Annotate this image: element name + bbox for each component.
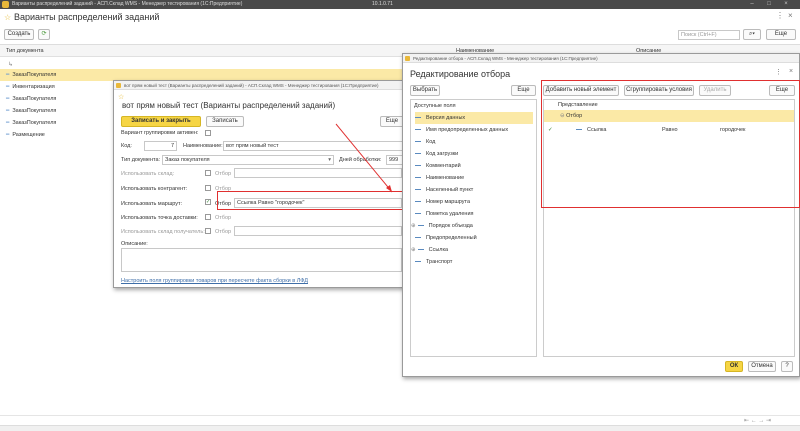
- refresh-button[interactable]: ⟳: [38, 29, 50, 40]
- name-label: Наименование:: [183, 143, 223, 149]
- filter-dialog-title: Редактирование отбора: [410, 69, 511, 79]
- use-route-checkbox[interactable]: ✓: [205, 199, 211, 205]
- form-window-title: вот прям новый тест (Варианты распределе…: [114, 81, 404, 90]
- table-row[interactable]: ━ ЗаказПокупателя: [0, 93, 120, 105]
- conditions-highlight: [541, 80, 800, 208]
- recipient-filter-field[interactable]: [234, 226, 402, 236]
- column-header[interactable]: Тип документа: [6, 48, 44, 54]
- search-icon: ⌕▾: [749, 31, 755, 37]
- table-row[interactable]: ━ ЗаказПокупателя: [0, 117, 120, 129]
- ok-button[interactable]: ОК: [725, 361, 743, 372]
- description-label: Описание:: [121, 241, 148, 247]
- app-logo-icon: [405, 56, 410, 61]
- available-fields-panel: Доступные поля Версия данных Имя предопр…: [410, 99, 537, 357]
- expand-icon: ⊕: [411, 247, 416, 253]
- filter-label: Отбор: [215, 171, 232, 177]
- minimize-icon[interactable]: –: [748, 1, 756, 8]
- search-button[interactable]: ⌕▾: [743, 29, 761, 40]
- main-header: ☆ Варианты распределений заданий ⋮ ×: [0, 9, 800, 28]
- group-fields-link[interactable]: Настроить поля группировки товаров при п…: [121, 278, 308, 284]
- field-item[interactable]: Пометка удаления: [415, 208, 474, 220]
- expand-icon: ⊕: [411, 223, 416, 229]
- star-icon[interactable]: ☆: [4, 13, 11, 22]
- table-row[interactable]: ━ Инвентаризация: [0, 81, 120, 93]
- more-menu-icon[interactable]: ⋮: [776, 11, 784, 20]
- use-warehouse-checkbox[interactable]: [205, 170, 211, 176]
- field-item[interactable]: Имя предопределенных данных: [415, 124, 508, 136]
- doctype-select[interactable]: Заказ покупателя ▾: [162, 155, 334, 165]
- code-field[interactable]: 7: [144, 141, 177, 151]
- use-contractor-checkbox[interactable]: [205, 185, 211, 191]
- use-delivery-label: Использовать точка доставки:: [121, 215, 198, 221]
- hierarchy-icon: ↳: [8, 62, 14, 68]
- annotation-arrow-icon: [335, 123, 393, 193]
- refresh-icon: ⟳: [41, 31, 47, 37]
- field-item-expandable[interactable]: ⊕ Ссылка: [411, 244, 448, 256]
- cancel-button[interactable]: Отмена: [748, 361, 776, 372]
- close-form-icon[interactable]: ×: [788, 11, 793, 20]
- statusbar: [0, 425, 800, 431]
- choose-button[interactable]: Выбрать: [410, 85, 440, 96]
- field-item[interactable]: Предопределенный: [415, 232, 477, 244]
- star-icon[interactable]: ☆: [118, 93, 124, 101]
- more-button[interactable]: Еще: [766, 29, 796, 40]
- filter-dialog-window-title: Редактирование отбора - АСП.Склад WMS - …: [403, 54, 799, 63]
- field-item-expandable[interactable]: ⊕ Порядок объезда: [411, 220, 473, 232]
- table-row[interactable]: ━ ЗаказПокупателя: [0, 105, 120, 117]
- description-textarea[interactable]: [121, 248, 402, 272]
- app-window-title: Варианты распределений заданий - АСП.Скл…: [12, 1, 243, 7]
- use-delivery-checkbox[interactable]: [205, 214, 211, 220]
- use-warehouse-label: Использовать склад:: [121, 171, 175, 177]
- horizontal-scrollbar[interactable]: ⇤ ← → ⇥: [0, 415, 800, 425]
- filter-label: Отбор: [215, 215, 232, 221]
- field-item[interactable]: Номер маршрута: [415, 196, 470, 208]
- field-item[interactable]: Версия данных: [415, 112, 533, 124]
- field-item[interactable]: Населенный пункт: [415, 184, 473, 196]
- close-icon[interactable]: ×: [782, 1, 790, 8]
- group-active-label: Вариант группировки активен:: [121, 130, 199, 136]
- field-item[interactable]: Комментарий: [415, 160, 461, 172]
- doctype-label: Тип документа:: [121, 157, 161, 163]
- group-active-checkbox[interactable]: [205, 130, 211, 136]
- filter-label: Отбор: [215, 229, 232, 235]
- code-label: Код:: [121, 143, 132, 149]
- search-input[interactable]: Поиск (Ctrl+F): [678, 30, 740, 40]
- use-recipient-label: Использовать склад получатель:: [121, 229, 205, 235]
- app-titlebar: Варианты распределений заданий - АСП.Скл…: [0, 0, 800, 9]
- use-contractor-label: Использовать контрагент:: [121, 186, 188, 192]
- table-row[interactable]: ━ Размещение: [0, 129, 120, 141]
- page-title: Варианты распределений заданий: [14, 12, 160, 22]
- field-item[interactable]: Наименование: [415, 172, 464, 184]
- app-logo-icon: [2, 1, 9, 8]
- more-menu-icon[interactable]: ⋮: [775, 68, 782, 76]
- save-close-button[interactable]: Записать и закрыть: [121, 116, 201, 127]
- field-item[interactable]: Код загрузки: [415, 148, 458, 160]
- create-button[interactable]: Создать: [4, 29, 34, 40]
- app-logo-icon: [116, 83, 121, 88]
- server-address: 10.1.0.71: [372, 1, 393, 7]
- scroll-arrow-icon[interactable]: ⇤ ← → ⇥: [744, 417, 771, 424]
- maximize-icon[interactable]: □: [765, 1, 773, 8]
- field-item[interactable]: Код: [415, 136, 435, 148]
- use-recipient-checkbox[interactable]: [205, 228, 211, 234]
- left-more-button[interactable]: Еще: [511, 85, 536, 96]
- close-icon[interactable]: ×: [789, 68, 793, 75]
- form-title: вот прям новый тест (Варианты распределе…: [122, 101, 336, 110]
- help-button[interactable]: ?: [781, 361, 793, 372]
- field-item[interactable]: Транспорт: [415, 256, 452, 268]
- available-fields-header: Доступные поля: [414, 103, 456, 109]
- save-button[interactable]: Записать: [206, 116, 244, 127]
- use-route-label: Использовать маршрут:: [121, 201, 183, 207]
